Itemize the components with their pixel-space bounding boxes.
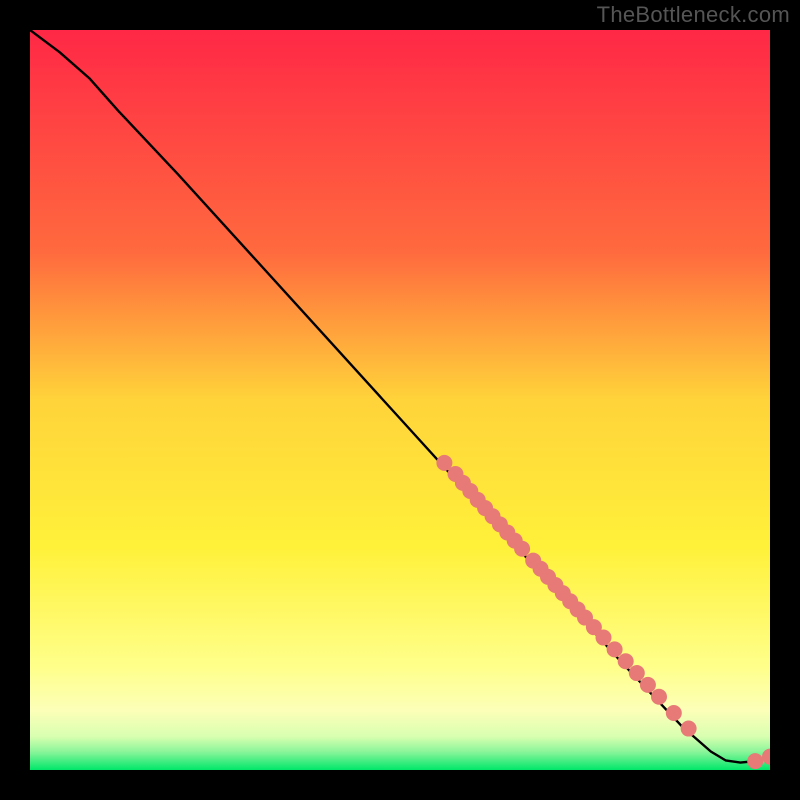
- data-point: [629, 665, 645, 681]
- data-point: [640, 677, 656, 693]
- data-point: [681, 721, 697, 737]
- chart-frame: TheBottleneck.com: [0, 0, 800, 800]
- data-point: [618, 653, 634, 669]
- data-point: [747, 753, 763, 769]
- data-point: [514, 541, 530, 557]
- data-point: [666, 705, 682, 721]
- chart-svg: [30, 30, 770, 770]
- gradient-background: [30, 30, 770, 770]
- data-point: [596, 630, 612, 646]
- data-point: [651, 689, 667, 705]
- watermark-text: TheBottleneck.com: [597, 2, 790, 28]
- plot-area: [30, 30, 770, 770]
- data-point: [607, 641, 623, 657]
